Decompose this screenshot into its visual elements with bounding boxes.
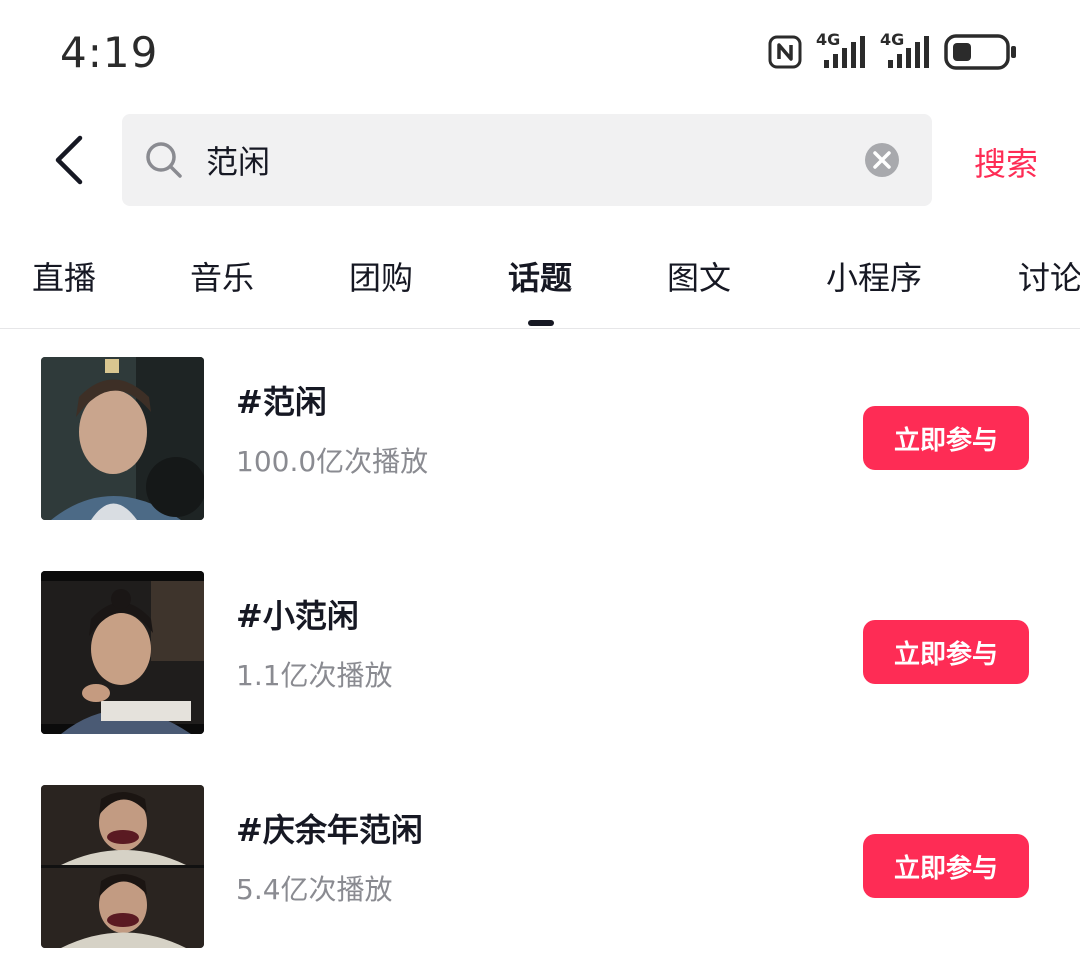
active-tab-indicator [528, 320, 554, 326]
topic-play-count: 100.0亿次播放 [236, 445, 429, 478]
topic-thumbnail [41, 357, 204, 520]
signal-4g-icon: 4G [816, 30, 866, 72]
battery-icon [944, 33, 1018, 71]
list-item[interactable]: #范闲 100.0亿次播放 立即参与 [0, 330, 1080, 544]
topic-thumbnail [41, 785, 204, 948]
list-item[interactable]: #庆余年范闲 5.4亿次播放 立即参与 [0, 758, 1080, 972]
search-icon [144, 140, 184, 184]
status-bar: 4:19 4G 4G [0, 0, 1080, 105]
tab-mini-programs[interactable]: 小程序 [826, 253, 922, 299]
tab-group-buy[interactable]: 团购 [349, 253, 413, 299]
tab-discussion[interactable]: 讨论 [1018, 253, 1080, 299]
status-time: 4:19 [60, 28, 159, 77]
list-item[interactable]: #小范闲 1.1亿次播放 立即参与 [0, 544, 1080, 758]
status-icons: 4G 4G [768, 30, 1018, 72]
search-header: 搜索 [0, 105, 1080, 215]
tab-music[interactable]: 音乐 [190, 253, 254, 299]
topic-title: #庆余年范闲 [236, 811, 423, 849]
tab-live[interactable]: 直播 [32, 253, 96, 299]
search-button[interactable]: 搜索 [974, 139, 1038, 185]
topic-title: #范闲 [236, 383, 327, 421]
topic-play-count: 5.4亿次播放 [236, 873, 393, 906]
tab-image-text[interactable]: 图文 [667, 253, 731, 299]
topic-title: #小范闲 [236, 597, 359, 635]
search-input[interactable] [206, 114, 856, 206]
join-topic-button[interactable]: 立即参与 [863, 834, 1029, 898]
tab-topics[interactable]: 话题 [508, 253, 572, 299]
back-arrow-icon [55, 135, 83, 185]
search-box[interactable] [122, 114, 932, 206]
topic-thumbnail [41, 571, 204, 734]
back-button[interactable] [40, 127, 100, 193]
join-topic-button[interactable]: 立即参与 [863, 406, 1029, 470]
topic-play-count: 1.1亿次播放 [236, 659, 393, 692]
nfc-icon [768, 35, 802, 69]
join-topic-button[interactable]: 立即参与 [863, 620, 1029, 684]
network-type-label: 4G [816, 30, 841, 49]
signal-4g-icon-2: 4G [880, 30, 930, 72]
network-type-label-2: 4G [880, 30, 905, 49]
category-tabs: 直播 音乐 团购 话题 图文 小程序 讨论 [0, 215, 1080, 329]
clear-icon[interactable] [864, 142, 900, 182]
